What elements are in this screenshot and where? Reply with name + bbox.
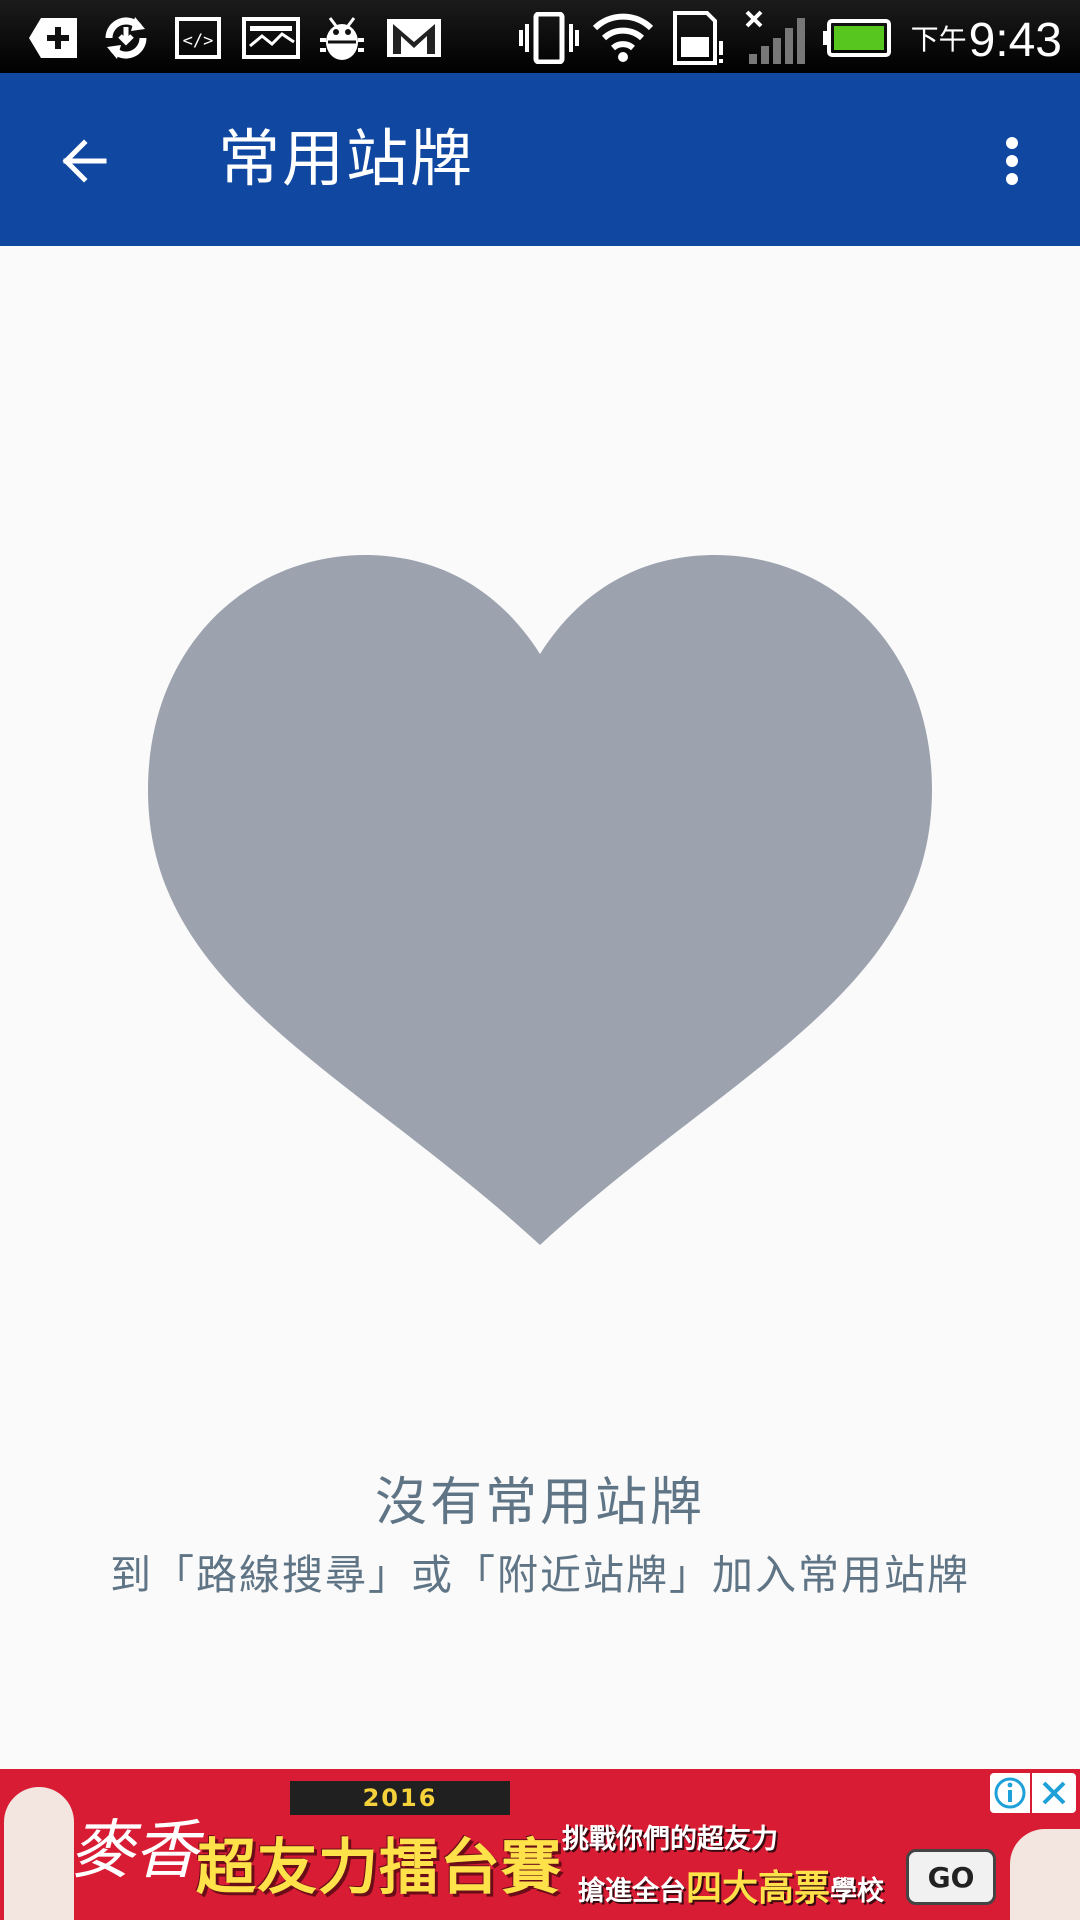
ad-tagline-1: 挑戰你們的超友力: [562, 1824, 778, 1855]
ad-headline: 超友力擂台賽: [196, 1833, 562, 1903]
app-bar: 常用站牌: [0, 73, 1080, 246]
ad-banner[interactable]: 麥香 2016 超友力擂台賽 挑戰你們的超友力 搶進全台四大高票學校 GO: [0, 1769, 1080, 1920]
status-time: 下午 9:43: [911, 8, 1062, 68]
ad-tagline-2-suffix: 學校: [830, 1876, 885, 1907]
ad-tagline-2-prefix: 搶進全台: [578, 1876, 686, 1907]
vibrate-icon: [518, 10, 580, 66]
ad-go-button[interactable]: GO: [906, 1849, 996, 1905]
arrow-back-icon: [62, 139, 107, 183]
empty-state-title: 沒有常用站牌: [374, 1473, 705, 1533]
back-button[interactable]: [40, 117, 128, 205]
wifi-icon: [590, 10, 656, 66]
close-icon: [1042, 1781, 1066, 1805]
image-icon: [240, 10, 302, 66]
sync-icon: [96, 10, 156, 66]
empty-state-description: 到「路線搜尋」或「附近站牌」加入常用站牌: [110, 1551, 970, 1599]
svg-text:</>: </>: [183, 31, 214, 51]
sd-card-icon: [670, 10, 728, 66]
ad-close-button[interactable]: [1032, 1773, 1076, 1813]
ad-person-image-right: [1010, 1829, 1080, 1920]
add-notification-icon: [26, 10, 82, 66]
ad-person-image: [4, 1787, 74, 1920]
ad-tagline-2: 搶進全台四大高票學校: [578, 1859, 884, 1911]
status-bar: </> 下午 9:43: [0, 0, 1080, 73]
android-debug-icon: [312, 10, 372, 66]
ad-info-button[interactable]: [990, 1773, 1030, 1813]
battery-icon: [822, 10, 892, 66]
status-time-clock: 9:43: [968, 14, 1062, 67]
heart-icon: [140, 550, 940, 1250]
code-icon: </>: [172, 10, 224, 66]
ad-year-ribbon: 2016: [290, 1781, 510, 1815]
status-time-ampm: 下午: [910, 23, 967, 56]
ad-brand: 麥香: [70, 1814, 198, 1888]
page-title: 常用站牌: [218, 122, 475, 195]
more-vert-icon: [1006, 137, 1018, 185]
screen: </> 下午 9:43 常用站牌 沒有常用站牌 到「路線搜尋」或「附近站牌」加入…: [0, 0, 1080, 1920]
overflow-menu-button[interactable]: [968, 117, 1056, 205]
gmail-icon: [384, 10, 444, 66]
no-signal-icon: [742, 10, 808, 66]
ad-tagline-2-highlight: 四大高票: [686, 1868, 831, 1909]
info-icon: [994, 1777, 1026, 1809]
